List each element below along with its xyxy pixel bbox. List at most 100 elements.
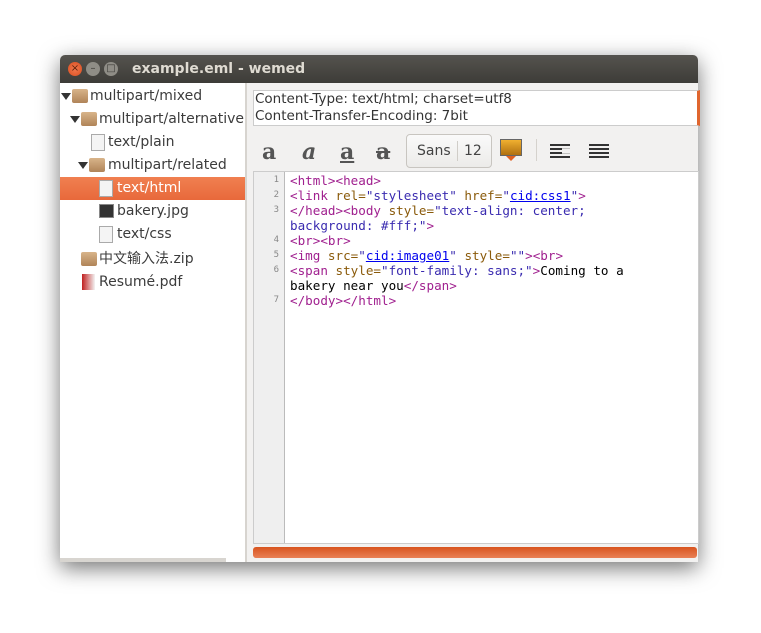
mime-tree[interactable]: multipart/mixed multipart/alternative te… — [60, 83, 247, 562]
line-number: 3 — [273, 205, 279, 215]
tree-item[interactable]: text/plain — [60, 131, 245, 154]
code-token: " — [449, 248, 465, 263]
code-token: " — [358, 248, 366, 263]
code-token: </body></html> — [290, 293, 397, 308]
code-token: > — [578, 188, 586, 203]
line-number: 5 — [273, 250, 279, 260]
line-number: 7 — [273, 295, 279, 305]
code-token: href= — [464, 188, 503, 203]
code-line: <link rel="stylesheet" href="cid:css1"> — [290, 188, 624, 203]
code-token: src= — [327, 248, 359, 263]
bold-button[interactable]: a — [262, 139, 276, 165]
tree-item-selected[interactable]: text/html — [60, 177, 245, 200]
align-left-icon[interactable] — [550, 144, 570, 158]
tree-item-label: text/css — [117, 226, 172, 242]
tree-item-label: Resumé.pdf — [99, 274, 183, 290]
header-line: Content-Type: text/html; charset=utf8 — [255, 91, 512, 107]
code-token: style= — [388, 203, 435, 218]
strikethrough-button[interactable]: a — [376, 139, 390, 165]
code-line: </head><body style="text-align: center; — [290, 203, 624, 218]
tree-item-label: text/html — [117, 180, 182, 196]
toolbar-separator — [536, 139, 537, 161]
tree-item-label: 中文输入法.zip — [99, 251, 194, 267]
bottom-progress-bar — [253, 547, 697, 558]
font-chooser-button[interactable]: Sans 12 — [406, 134, 492, 168]
title-bar: × – □ example.eml - wemed — [60, 55, 698, 83]
code-link[interactable]: cid:image01 — [366, 248, 449, 263]
code-line: background: #fff;"> — [290, 218, 624, 233]
code-token: bakery near you — [290, 278, 404, 293]
tree-item-label: bakery.jpg — [117, 203, 189, 219]
underline-button[interactable]: a — [340, 139, 354, 165]
tree-item[interactable]: Resumé.pdf — [60, 271, 245, 294]
code-token: > — [426, 218, 435, 233]
code-token: "font-family: sans;" — [381, 263, 533, 278]
expander-icon[interactable] — [78, 162, 88, 169]
code-token: <img — [290, 248, 328, 263]
code-token: <link — [290, 188, 336, 203]
code-link[interactable]: cid:css1 — [510, 188, 571, 203]
header-line: Content-Transfer-Encoding: 7bit — [255, 108, 468, 124]
expander-icon[interactable] — [61, 93, 71, 100]
code-token: rel= — [335, 188, 366, 203]
code-content[interactable]: <html><head> <link rel="stylesheet" href=… — [290, 173, 624, 308]
html-file-icon — [99, 180, 113, 197]
package-icon — [81, 252, 97, 266]
tree-item[interactable]: 中文输入法.zip — [60, 248, 245, 271]
package-icon — [72, 89, 88, 103]
pdf-file-icon — [82, 274, 95, 290]
code-token: style= — [335, 263, 382, 278]
code-token: "stylesheet" — [365, 188, 465, 203]
code-token: <span — [290, 263, 336, 278]
minimize-button[interactable]: – — [86, 62, 100, 76]
code-token: background: #fff;" — [290, 218, 427, 233]
dropdown-arrow-icon — [506, 156, 516, 161]
line-number-gutter: 1 2 3 4 5 6 7 — [254, 172, 285, 543]
insert-image-icon[interactable] — [500, 139, 522, 156]
tree-item[interactable]: bakery.jpg — [60, 200, 245, 223]
css-file-icon — [99, 226, 113, 243]
code-token: "" — [509, 248, 526, 263]
code-token: </span> — [403, 278, 457, 293]
tree-item[interactable]: multipart/related — [60, 154, 245, 177]
app-window: × – □ example.eml - wemed multipart/mixe… — [60, 55, 700, 562]
code-token: ><br> — [525, 248, 564, 263]
code-line: <img src="cid:image01" style=""><br> — [290, 248, 624, 263]
code-line: bakery near you</span> — [290, 278, 624, 293]
window-title: example.eml - wemed — [132, 61, 306, 77]
headers-text-area[interactable]: Content-Type: text/html; charset=utf8 Co… — [253, 90, 700, 126]
code-token: "text-align: center; — [434, 203, 586, 218]
tree-item-label: multipart/mixed — [90, 88, 203, 104]
close-button[interactable]: × — [68, 62, 82, 76]
tree-item[interactable]: text/css — [60, 223, 245, 246]
font-name: Sans — [417, 143, 451, 159]
tree-item-label: multipart/alternative — [99, 111, 245, 127]
code-token: </head><body — [290, 203, 389, 218]
code-token: " — [502, 188, 510, 203]
font-size: 12 — [464, 143, 482, 159]
package-icon — [81, 112, 97, 126]
html-source-editor[interactable]: 1 2 3 4 5 6 7 <html><head> <link rel="sty… — [253, 171, 699, 544]
code-line: <br><br> — [290, 233, 624, 248]
tree-item[interactable]: multipart/mixed — [60, 85, 245, 108]
image-file-icon — [99, 204, 114, 218]
code-token: Coming to a — [540, 263, 624, 278]
line-number: 1 — [273, 175, 279, 185]
maximize-button[interactable]: □ — [104, 62, 118, 76]
code-line: <html><head> — [290, 173, 624, 188]
font-divider — [457, 141, 458, 161]
align-right-icon[interactable] — [589, 144, 609, 158]
line-number: 2 — [273, 190, 279, 200]
tree-item[interactable]: multipart/alternative — [60, 108, 245, 131]
text-file-icon — [91, 134, 105, 151]
line-number: 6 — [273, 265, 279, 275]
code-token: <br><br> — [290, 233, 351, 248]
tree-item-label: text/plain — [108, 134, 175, 150]
code-line: <span style="font-family: sans;">Coming … — [290, 263, 624, 278]
tree-item-label: multipart/related — [108, 157, 227, 173]
code-token: <html><head> — [290, 173, 381, 188]
tree-horizontal-scrollbar[interactable] — [60, 558, 226, 562]
expander-icon[interactable] — [70, 116, 80, 123]
italic-button[interactable]: a — [302, 139, 316, 165]
code-line: </body></html> — [290, 293, 624, 308]
